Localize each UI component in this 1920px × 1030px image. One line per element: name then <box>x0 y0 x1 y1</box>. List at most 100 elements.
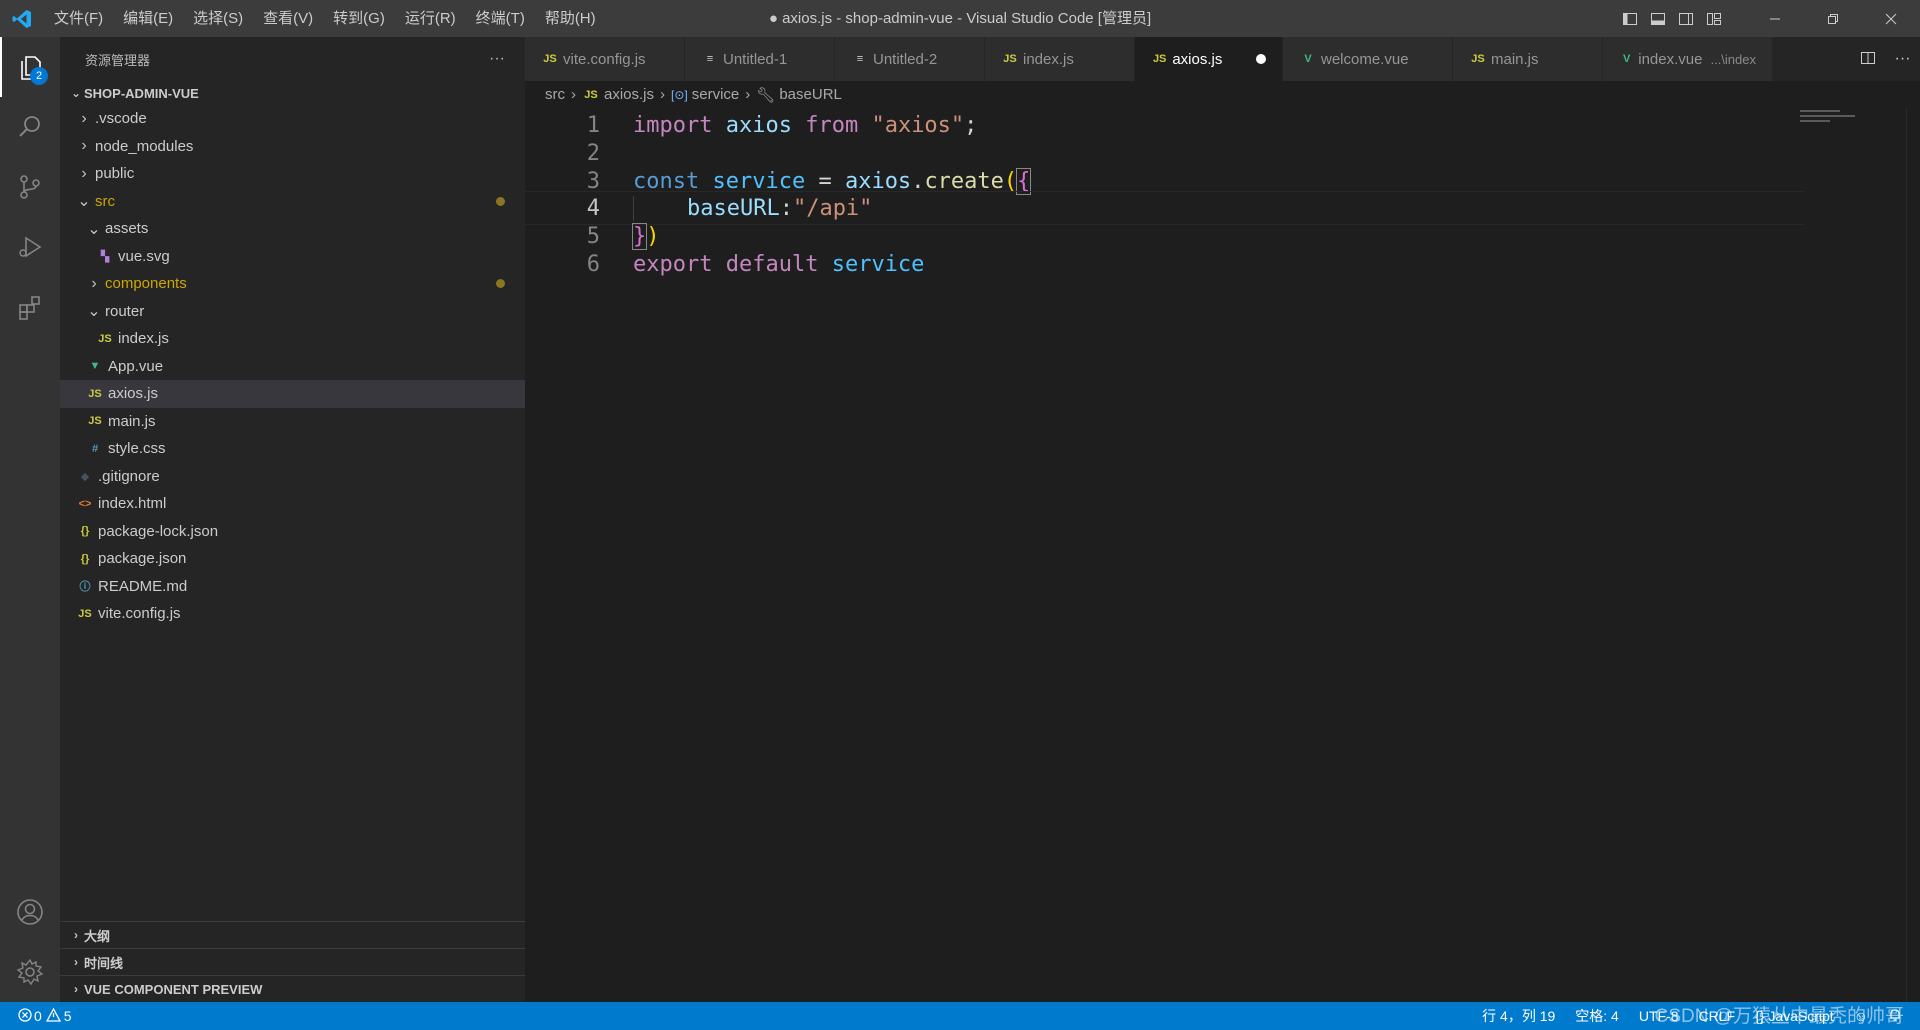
sidebar-header: 资源管理器 ··· <box>60 37 525 81</box>
run-debug-icon[interactable] <box>0 217 60 277</box>
tree-file[interactable]: JS index.js <box>60 325 525 353</box>
menu-selection[interactable]: 选择(S) <box>183 0 253 37</box>
menu-go[interactable]: 转到(G) <box>323 0 395 37</box>
editor-tab[interactable]: Vwelcome.vue <box>1283 37 1453 81</box>
error-icon <box>18 1007 32 1025</box>
file-tree: › .vscode › node_modules › public ⌄ src ⌄ assets ▚… <box>60 105 525 628</box>
more-actions-icon[interactable]: ··· <box>1895 50 1911 68</box>
tree-folder[interactable]: ⌄ src <box>60 188 525 216</box>
menu-help[interactable]: 帮助(H) <box>535 0 606 37</box>
tree-file[interactable]: # style.css <box>60 435 525 463</box>
keyword-default: default <box>725 251 819 277</box>
source-control-icon[interactable] <box>0 157 60 217</box>
warning-count: 5 <box>63 1008 72 1024</box>
line-number: 5 <box>586 223 600 249</box>
minimap[interactable] <box>1800 108 1860 122</box>
tree-file[interactable]: JS main.js <box>60 408 525 436</box>
tree-folder[interactable]: ⌄ assets <box>60 215 525 243</box>
explorer-sidebar: 资源管理器 ··· ⌄ SHOP-ADMIN-VUE › .vscode › node… <box>60 37 525 1002</box>
tree-item-label: package-lock.json <box>98 522 219 540</box>
explorer-badge: 2 <box>30 67 48 85</box>
sidebar-title: 资源管理器 <box>85 52 151 68</box>
js-file-icon: JS <box>78 607 92 620</box>
vue-file-icon: ▼ <box>89 360 101 373</box>
menu-terminal[interactable]: 终端(T) <box>466 0 535 37</box>
editor-tab[interactable]: ≡ Untitled-1 <box>685 37 835 81</box>
explorer-icon[interactable]: 2 <box>0 37 60 97</box>
tree-folder[interactable]: › .vscode <box>60 105 525 133</box>
unsaved-dot-icon[interactable] <box>1256 54 1266 64</box>
menu-edit[interactable]: 编辑(E) <box>113 0 183 37</box>
editor-tab[interactable]: Vindex.vue ...\index <box>1603 37 1773 81</box>
keyword-from: from <box>805 112 859 138</box>
tree-folder[interactable]: ⌄ router <box>60 298 525 326</box>
extensions-icon[interactable] <box>0 277 60 337</box>
breadcrumb-symbol[interactable]: service <box>692 86 740 103</box>
tab-label: Untitled-2 <box>873 50 938 68</box>
tree-file[interactable]: JS axios.js <box>60 380 525 408</box>
split-editor-icon[interactable] <box>1860 50 1876 69</box>
chevron-down-icon: ⌄ <box>87 303 101 321</box>
timeline-section[interactable]: › 时间线 <box>60 948 525 975</box>
menu-run[interactable]: 运行(R) <box>395 0 466 37</box>
more-actions-icon[interactable]: ··· <box>489 50 505 68</box>
editor-tabs: JS vite.config.js ≡ Untitled-1 ≡ Untitled-2 JS… <box>525 37 1920 81</box>
toggle-panel-icon[interactable] <box>1644 0 1672 37</box>
minimize-icon[interactable] <box>1746 0 1804 37</box>
breadcrumb-src[interactable]: src <box>545 86 565 103</box>
menu-view[interactable]: 查看(V) <box>253 0 323 37</box>
menu-file[interactable]: 文件(F) <box>44 0 113 37</box>
breadcrumb-file[interactable]: axios.js <box>604 86 654 103</box>
js-file-icon: JS <box>88 387 102 400</box>
tree-folder[interactable]: › public <box>60 160 525 188</box>
toggle-primary-sidebar-icon[interactable] <box>1616 0 1644 37</box>
vertical-scrollbar[interactable] <box>1906 108 1920 1002</box>
close-icon[interactable] <box>1862 0 1920 37</box>
end-of-line[interactable]: CRLF <box>1699 1008 1736 1024</box>
encoding[interactable]: UTF-8 <box>1639 1008 1679 1024</box>
editor-tab[interactable]: ≡ Untitled-2 <box>835 37 985 81</box>
tree-folder[interactable]: › node_modules <box>60 133 525 161</box>
notifications-bell-icon[interactable] <box>1888 1008 1902 1025</box>
search-icon[interactable] <box>0 97 60 157</box>
editor-tab[interactable]: JS main.js <box>1453 37 1603 81</box>
customize-layout-icon[interactable] <box>1700 0 1728 37</box>
wrench-property-icon: 🔧︎ <box>756 86 776 104</box>
tree-file[interactable]: JS vite.config.js <box>60 600 525 628</box>
tree-item-label: src <box>95 192 115 210</box>
paren-open: ( <box>1003 168 1018 194</box>
project-name: SHOP-ADMIN-VUE <box>84 85 199 101</box>
vue-preview-section[interactable]: › VUE COMPONENT PREVIEW <box>60 975 525 1002</box>
tree-file[interactable]: ▚ vue.svg <box>60 243 525 271</box>
editor-tab[interactable]: JS axios.js <box>1135 37 1283 81</box>
tree-file[interactable]: <> index.html <box>60 490 525 518</box>
tree-item-label: index.js <box>118 330 169 348</box>
cursor-position[interactable]: 行 4，列 19 <box>1482 1006 1555 1026</box>
chevron-right-icon: › <box>74 928 78 942</box>
breadcrumb-property[interactable]: baseURL <box>779 86 842 103</box>
tree-folder[interactable]: › components <box>60 270 525 298</box>
indentation[interactable]: 空格: 4 <box>1575 1006 1619 1026</box>
tree-file[interactable]: {} package-lock.json <box>60 518 525 546</box>
tree-file[interactable]: ▼ App.vue <box>60 353 525 381</box>
accounts-icon[interactable] <box>0 882 60 942</box>
editor-tab[interactable]: JS vite.config.js <box>525 37 685 81</box>
toggle-secondary-sidebar-icon[interactable] <box>1672 0 1700 37</box>
identifier-axios: axios <box>844 168 912 194</box>
feedback-icon[interactable]: ☺ <box>1854 1008 1868 1024</box>
language-mode[interactable]: {} JavaScript <box>1755 1008 1834 1024</box>
editor-tab[interactable]: JS index.js <box>985 37 1135 81</box>
problems-indicator[interactable]: 0 5 <box>0 1007 72 1025</box>
brace-open: { <box>1016 167 1032 195</box>
tree-file[interactable]: ◆ .gitignore <box>60 463 525 491</box>
tree-file[interactable]: ⓘ README.md <box>60 573 525 601</box>
code-editor[interactable]: 1 import axios from "axios"; 2 3 const s… <box>525 108 1920 1002</box>
variable-symbol-icon: [⊙] <box>671 87 688 102</box>
js-file-icon: JS <box>88 415 102 428</box>
outline-section[interactable]: › 大纲 <box>60 921 525 948</box>
settings-gear-icon[interactable] <box>0 942 60 1002</box>
restore-icon[interactable] <box>1804 0 1862 37</box>
tree-file[interactable]: {} package.json <box>60 545 525 573</box>
error-count: 0 <box>34 1008 42 1024</box>
project-section-title[interactable]: ⌄ SHOP-ADMIN-VUE <box>60 81 525 105</box>
